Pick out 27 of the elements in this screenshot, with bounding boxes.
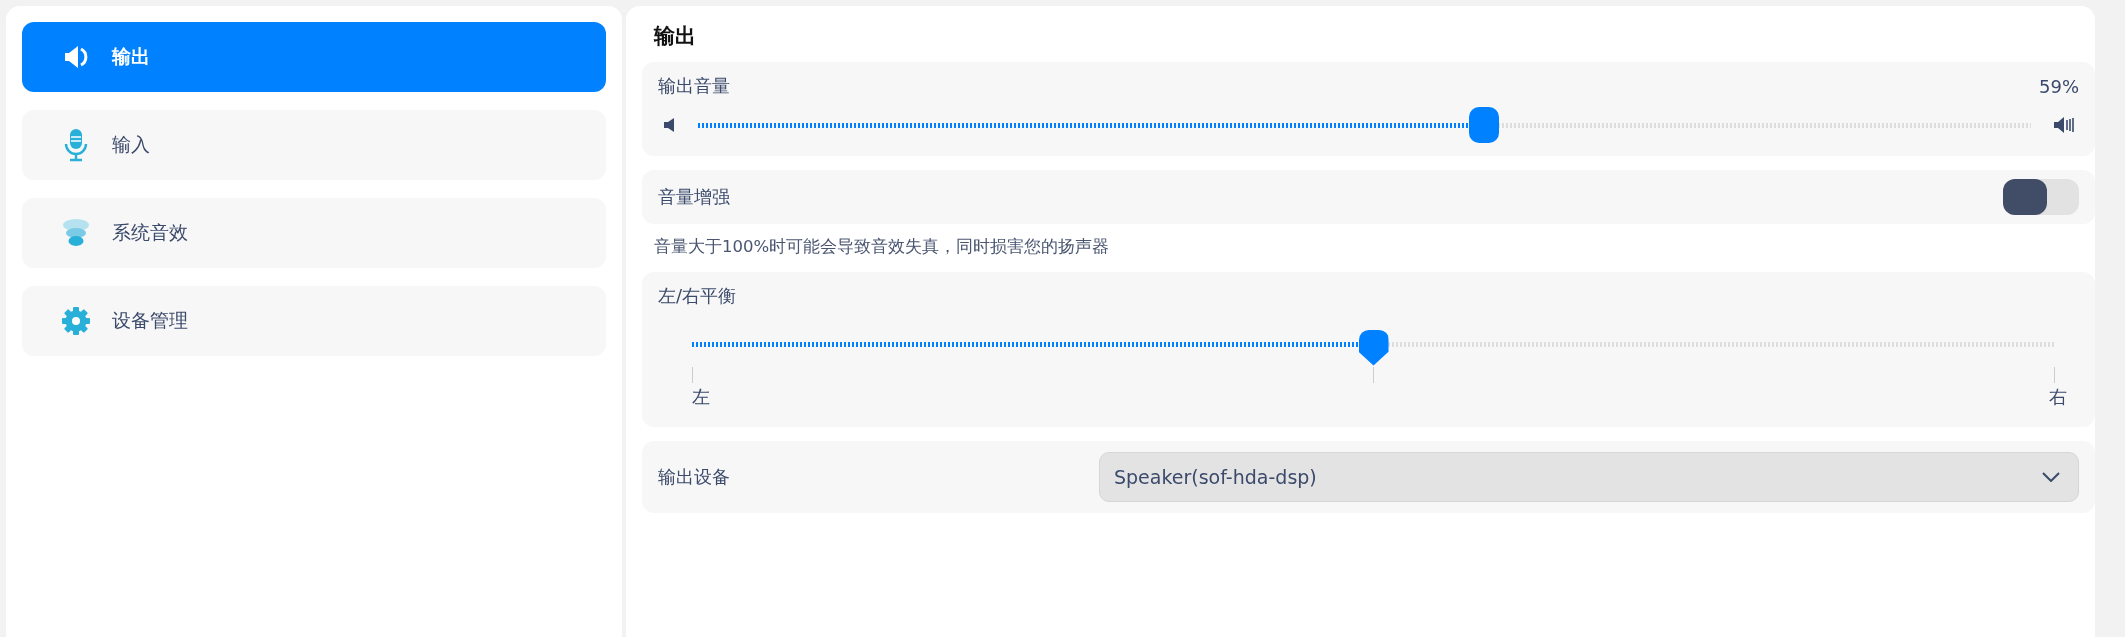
- tick-mark: [1373, 367, 1374, 383]
- sound-effects-icon: [62, 218, 90, 248]
- microphone-icon: [62, 128, 90, 162]
- slider-handle[interactable]: [1358, 329, 1389, 366]
- sidebar-item[interactable]: 输出: [22, 22, 606, 92]
- volume-label: 输出音量: [658, 74, 730, 98]
- sidebar-item[interactable]: 输入: [22, 110, 606, 180]
- speaker-icon: [62, 43, 90, 71]
- left-label: 左: [692, 385, 710, 409]
- slider-handle[interactable]: [1469, 107, 1500, 143]
- settings-icon: [62, 307, 90, 335]
- output-device-label: 输出设备: [658, 465, 730, 489]
- tick-mark: [2054, 367, 2055, 383]
- volume-reading: 59%: [2039, 75, 2079, 97]
- boost-hint: 音量大于100%时可能会导致音效失真，同时损害您的扬声器: [653, 236, 1111, 258]
- device-dropdown[interactable]: Speaker(sof-hda-dsp): [1099, 452, 2079, 502]
- toggle-switch[interactable]: [2003, 179, 2079, 215]
- page-title: 输出: [652, 23, 697, 50]
- sidebar-item[interactable]: 设备管理: [22, 286, 606, 356]
- volume-low-icon: [662, 117, 676, 133]
- chevron-down-icon: [2042, 472, 2060, 482]
- volume-boost-label: 音量增强: [658, 185, 730, 209]
- right-label: 右: [2049, 385, 2067, 409]
- tick-mark: [692, 367, 693, 383]
- sidebar-item[interactable]: 系统音效: [22, 198, 606, 268]
- volume-high-icon: [2053, 116, 2075, 134]
- balance-label: 左/右平衡: [658, 284, 738, 308]
